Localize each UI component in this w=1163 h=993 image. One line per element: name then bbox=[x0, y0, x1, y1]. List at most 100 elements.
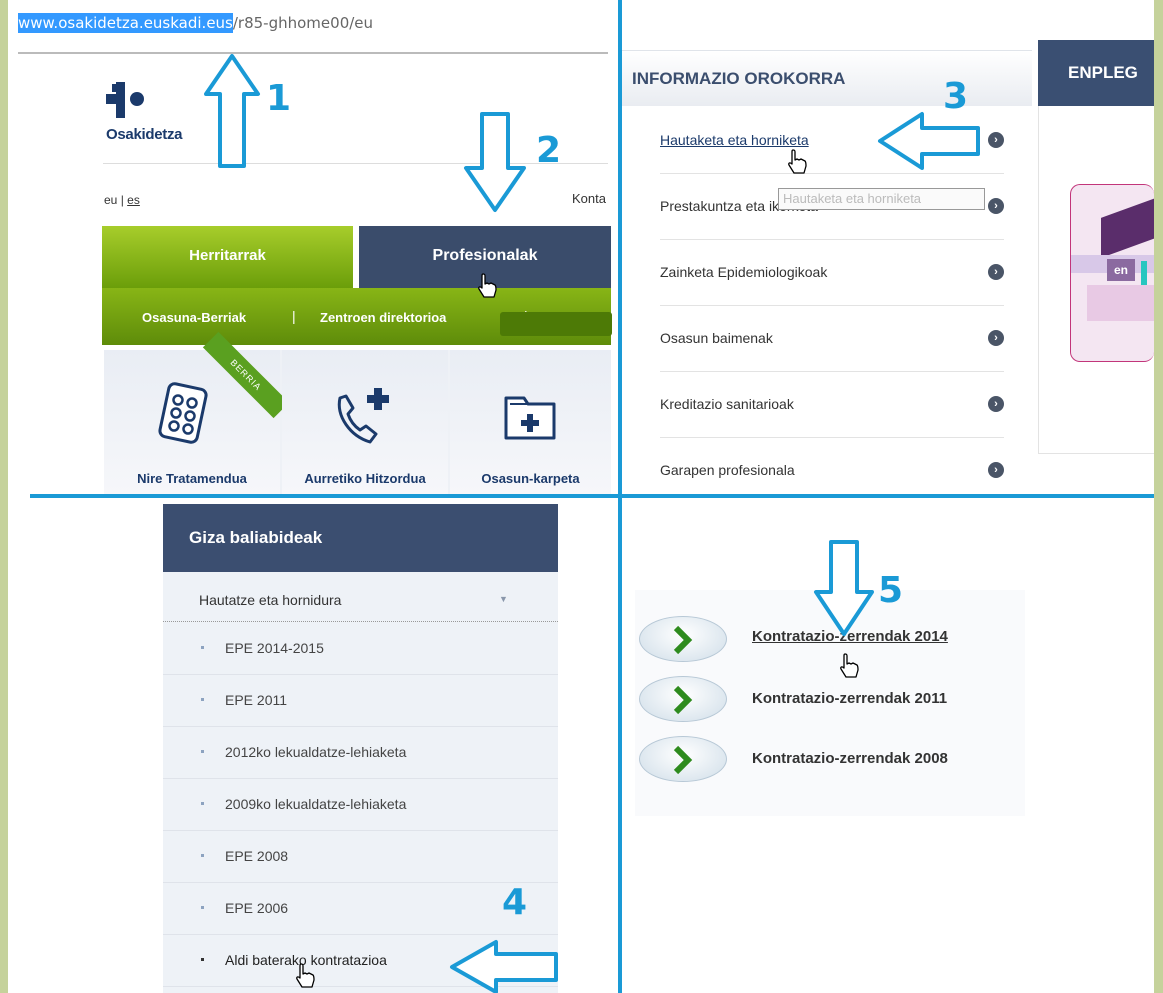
list-item-label: 2012ko lekualdatze-lehiaketa bbox=[225, 744, 407, 760]
annotation-label-3: 3 bbox=[943, 76, 969, 117]
sub-navigation: Osasuna-Berriak | Zentroen direktorioa | bbox=[102, 288, 612, 345]
horizontal-divider bbox=[30, 494, 1154, 498]
hand-cursor-icon bbox=[478, 273, 497, 298]
item-label: Kontratazio-zerrendak 2008 bbox=[752, 750, 948, 767]
list-item[interactable]: EPE 2008 bbox=[163, 831, 558, 883]
arrow-button[interactable] bbox=[639, 616, 727, 662]
bullet-icon bbox=[201, 698, 204, 701]
annotation-arrow-left-icon bbox=[878, 112, 980, 170]
subnav-zentroen-direktorioa[interactable]: Zentroen direktorioa bbox=[320, 310, 446, 325]
list-item-label: EPE 2008 bbox=[225, 848, 289, 864]
phone-plus-icon bbox=[337, 388, 389, 444]
list-item[interactable]: EPE 2014-2015 bbox=[163, 623, 558, 675]
menu-item-label: Kreditazio sanitarioak bbox=[660, 396, 794, 412]
section-title: INFORMAZIO OROKORRA bbox=[632, 69, 846, 88]
item-label: Kontratazio-zerrendak 2011 bbox=[752, 690, 948, 707]
tile-nire-tratamendua[interactable]: BERRIA Nire Tratamendua bbox=[104, 331, 290, 494]
subnav-search-box[interactable] bbox=[500, 312, 612, 336]
giza-baliabideak-header: Giza baliabideak bbox=[163, 504, 558, 572]
bullet-icon bbox=[201, 802, 204, 805]
list-item-label: EPE 2011 bbox=[225, 692, 288, 708]
lang-es-link[interactable]: es bbox=[127, 193, 140, 207]
bullet-icon bbox=[201, 750, 204, 753]
list-item[interactable]: 2012ko lekualdatze-lehiaketa bbox=[163, 727, 558, 779]
promo-banner[interactable]: en bbox=[1070, 184, 1154, 362]
enplegua-tab[interactable]: ENPLEG bbox=[1038, 40, 1154, 106]
hand-cursor-icon bbox=[788, 149, 807, 174]
tooltip: Hautaketa eta horniketa bbox=[778, 188, 985, 210]
promo-label: en bbox=[1107, 259, 1135, 281]
menu-item-zainketa[interactable]: Zainketa Epidemiologikoak › bbox=[660, 240, 1004, 306]
bullet-icon bbox=[201, 906, 204, 909]
chevron-right-icon: › bbox=[988, 462, 1004, 478]
arrow-button[interactable] bbox=[639, 736, 727, 782]
list-item-label: EPE 2006 bbox=[225, 900, 289, 916]
tile-label: Nire Tratamendua bbox=[137, 471, 247, 486]
annotation-arrow-up-icon bbox=[204, 54, 260, 168]
lang-separator: | bbox=[120, 193, 124, 207]
list-item[interactable]: EPE 2011 bbox=[163, 675, 558, 727]
pill-blister-icon bbox=[158, 382, 208, 444]
chevron-right-icon bbox=[673, 625, 693, 655]
annotation-arrow-down-icon bbox=[814, 540, 874, 636]
contact-link[interactable]: Konta bbox=[572, 191, 606, 206]
caret-down-icon: ▼ bbox=[499, 594, 508, 604]
menu-item-label: Garapen profesionala bbox=[660, 462, 795, 478]
hand-cursor-icon bbox=[840, 653, 859, 678]
lang-eu-link[interactable]: eu bbox=[104, 193, 117, 207]
annotation-label-5: 5 bbox=[878, 570, 904, 611]
list-item[interactable]: EPE 2006 bbox=[163, 883, 558, 935]
url-highlighted: www.osakidetza.euskadi.eus bbox=[18, 13, 233, 33]
chevron-right-icon: › bbox=[988, 264, 1004, 280]
bullet-icon bbox=[201, 854, 204, 857]
subnav-separator: | bbox=[292, 308, 296, 324]
bullet-icon bbox=[201, 646, 204, 649]
annotation-arrow-down-icon bbox=[464, 112, 526, 212]
hand-cursor-icon bbox=[296, 963, 315, 988]
chevron-right-icon: › bbox=[988, 396, 1004, 412]
list-item-label: EPE 2014-2015 bbox=[225, 640, 324, 656]
kontratazio-item-2011[interactable]: Kontratazio-zerrendak 2011 bbox=[635, 676, 1025, 722]
folder-plus-icon bbox=[504, 396, 556, 440]
informazio-orokorra-header: INFORMAZIO OROKORRA bbox=[622, 50, 1032, 106]
address-bar[interactable]: www.osakidetza.euskadi.eus/r85-ghhome00/… bbox=[18, 13, 608, 54]
promo-accent bbox=[1141, 261, 1147, 287]
menu-item-kreditazio[interactable]: Kreditazio sanitarioak › bbox=[660, 372, 1004, 438]
arrow-button[interactable] bbox=[639, 676, 727, 722]
dropdown-label: Hautatze eta hornidura bbox=[199, 592, 342, 608]
url-path: /r85-ghhome00/eu bbox=[232, 14, 374, 32]
menu-item-osasun-baimenak[interactable]: Osasun baimenak › bbox=[660, 306, 1004, 372]
chevron-right-icon: › bbox=[988, 330, 1004, 346]
quick-access-tiles: BERRIA Nire Tratamendua Aurretiko Hitzor… bbox=[104, 331, 611, 494]
subnav-osasuna-berriak[interactable]: Osasuna-Berriak bbox=[142, 310, 246, 325]
tile-label: Aurretiko Hitzordua bbox=[304, 471, 426, 486]
osakidetza-logo-icon[interactable] bbox=[106, 80, 150, 120]
annotation-label-1: 1 bbox=[266, 78, 292, 119]
hautatze-dropdown[interactable]: Hautatze eta hornidura ▼ bbox=[163, 572, 558, 622]
chevron-right-icon: › bbox=[988, 198, 1004, 214]
menu-item-label: Zainketa Epidemiologikoak bbox=[660, 264, 828, 280]
list-item-label: 2009ko lekualdatze-lehiaketa bbox=[225, 796, 407, 812]
bullet-icon bbox=[201, 958, 204, 961]
list-item[interactable]: 2009ko lekualdatze-lehiaketa bbox=[163, 779, 558, 831]
logo-text: Osakidetza bbox=[106, 126, 183, 143]
promo-stripe bbox=[1087, 285, 1154, 321]
annotation-label-2: 2 bbox=[536, 130, 562, 171]
chevron-right-icon bbox=[673, 745, 693, 775]
promo-graphic bbox=[1101, 196, 1154, 258]
screenshot-canvas: www.osakidetza.euskadi.eus/r85-ghhome00/… bbox=[8, 0, 1154, 993]
tile-aurretiko-hitzordua[interactable]: Aurretiko Hitzordua bbox=[282, 350, 448, 494]
tab-herritarrak[interactable]: Herritarrak bbox=[102, 226, 356, 288]
giza-baliabideak-menu: Hautatze eta hornidura ▼ EPE 2014-2015 E… bbox=[163, 572, 558, 993]
divider bbox=[103, 163, 608, 164]
chevron-right-icon: › bbox=[988, 132, 1004, 148]
annotation-label-4: 4 bbox=[502, 882, 528, 923]
menu-item-label: Osasun baimenak bbox=[660, 330, 773, 346]
tile-osasun-karpeta[interactable]: Osasun-karpeta bbox=[450, 350, 611, 494]
kontratazio-item-2008[interactable]: Kontratazio-zerrendak 2008 bbox=[635, 736, 1025, 782]
annotation-arrow-left-icon bbox=[450, 940, 558, 993]
tile-label: Osasun-karpeta bbox=[481, 471, 580, 486]
language-switch: eu | es bbox=[104, 193, 140, 207]
chevron-right-icon bbox=[673, 685, 693, 715]
menu-item-label: Hautaketa eta horniketa bbox=[660, 132, 809, 148]
